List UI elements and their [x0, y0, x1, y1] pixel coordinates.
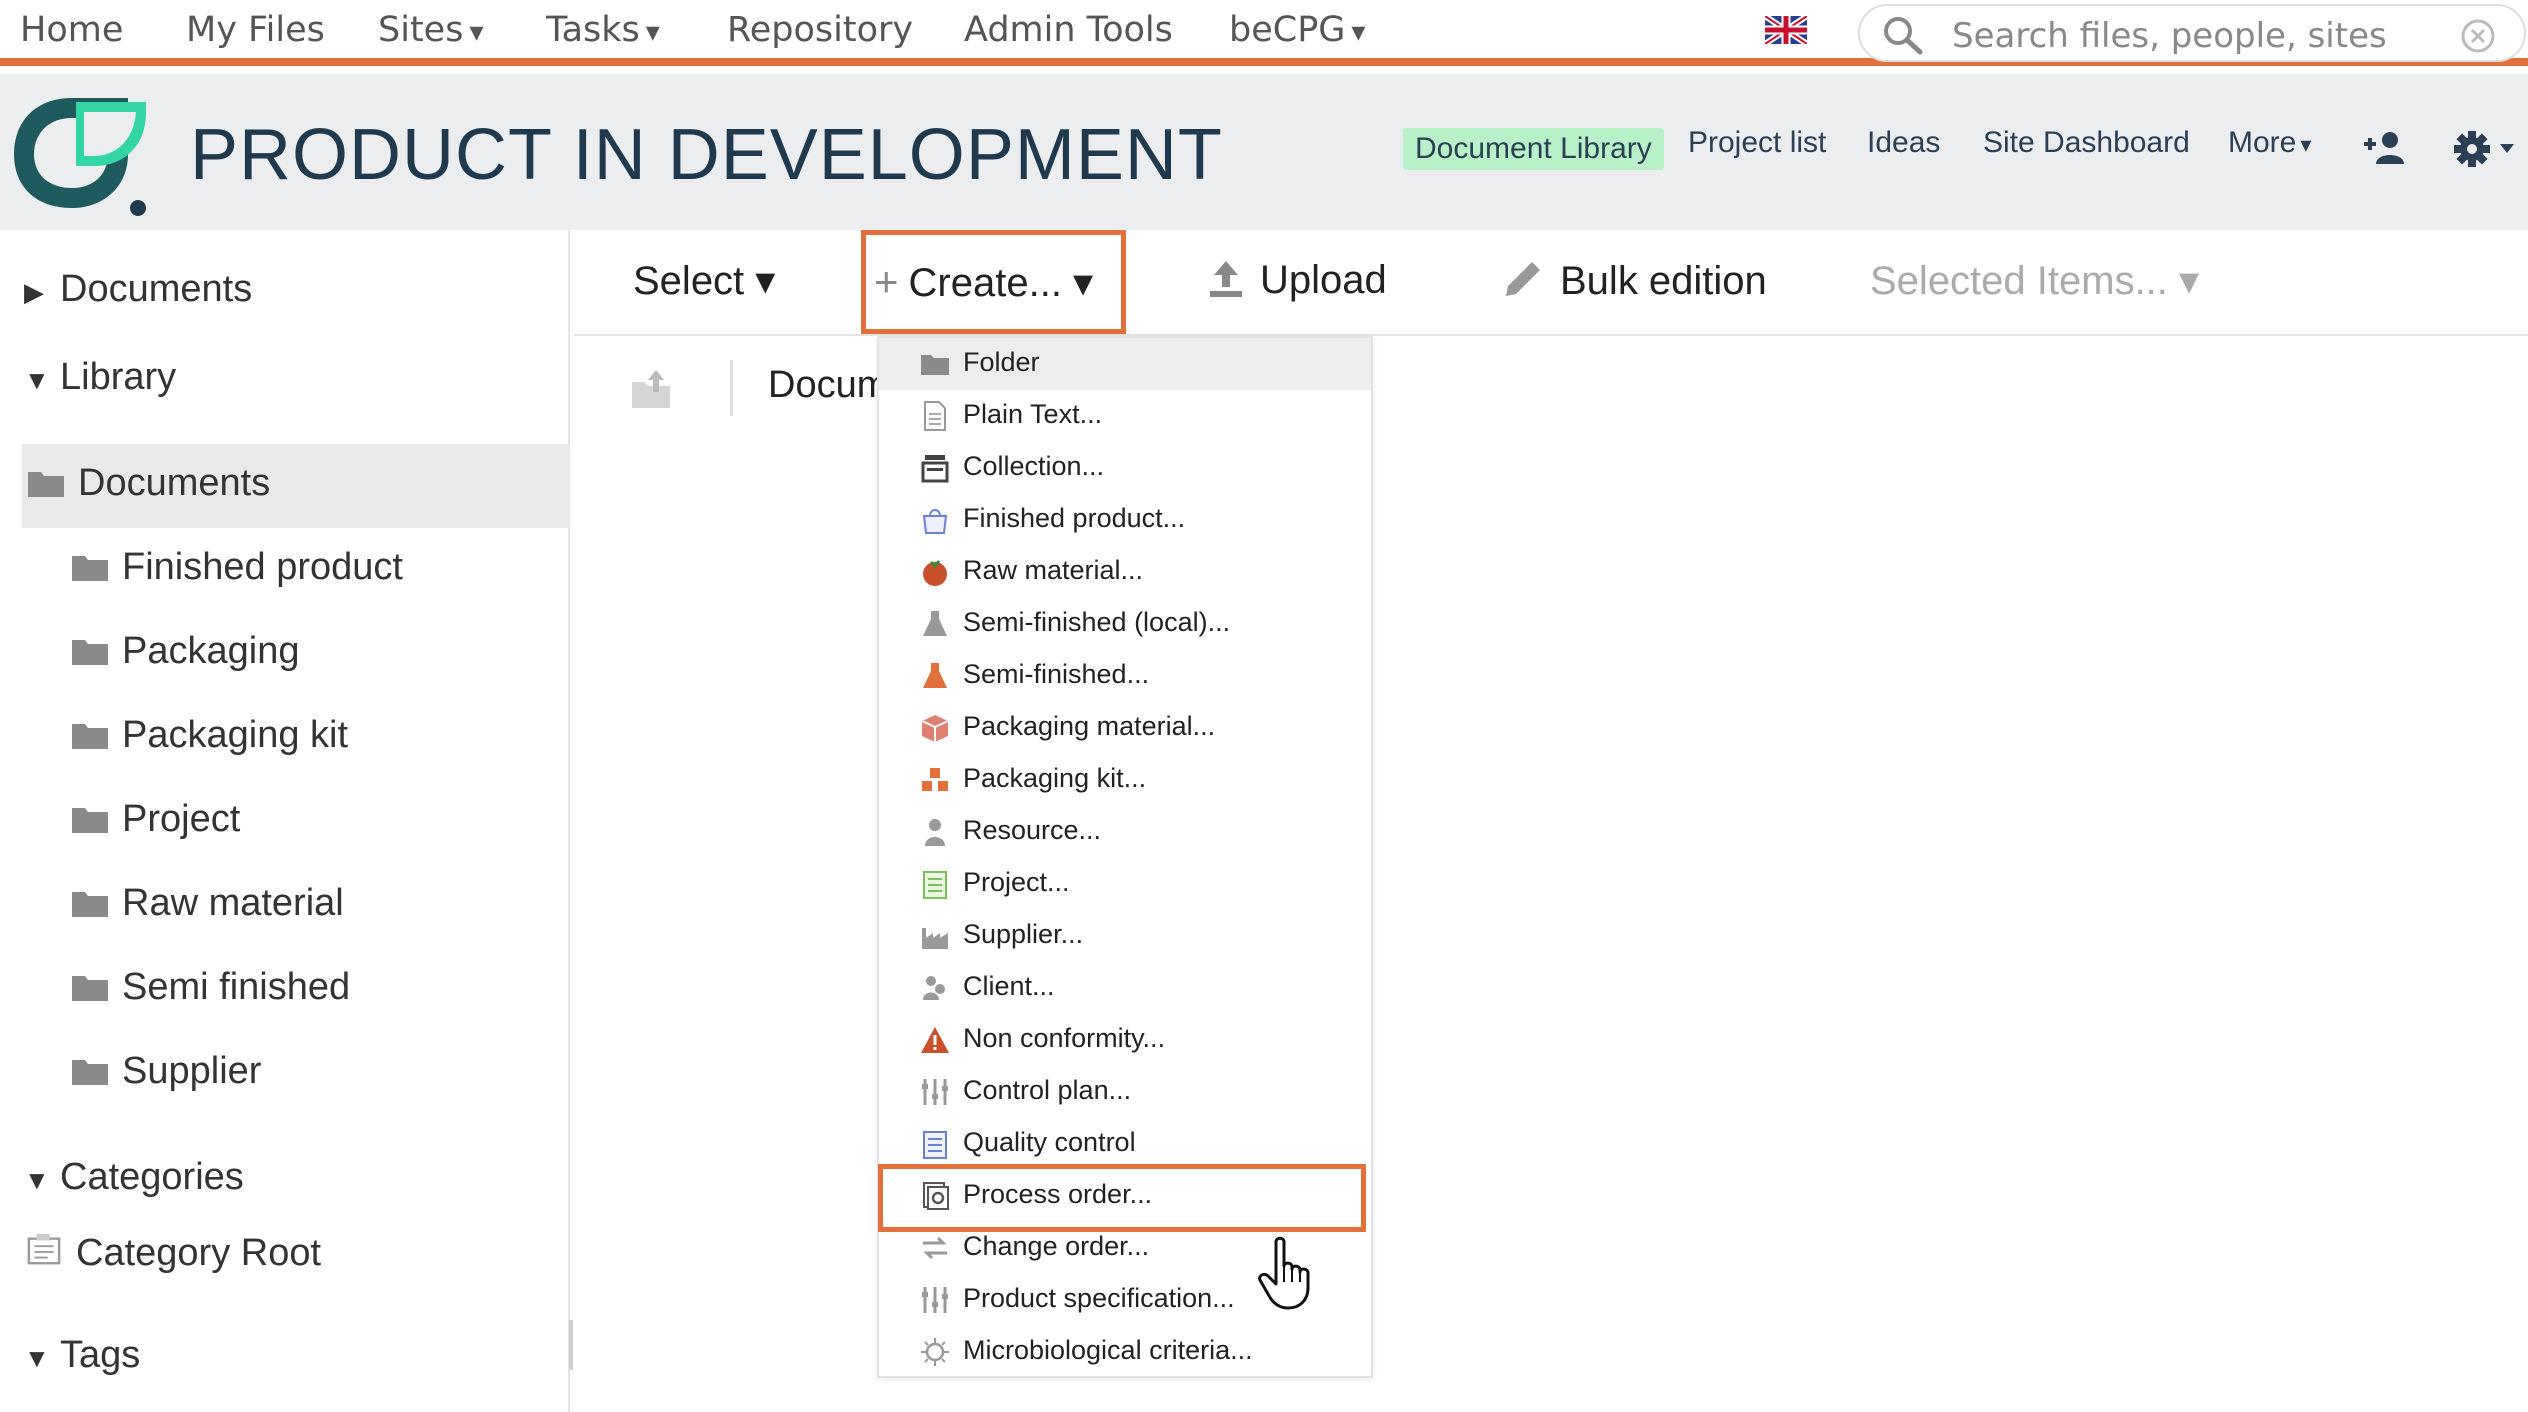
- path-divider: [730, 360, 733, 416]
- process-order-highlight: [878, 1164, 1366, 1232]
- search-box[interactable]: Search files, people, sites: [1858, 4, 2526, 62]
- category-icon: [27, 1233, 61, 1265]
- text-file-icon: [924, 401, 946, 431]
- flask-orange-icon: [923, 663, 947, 688]
- tree-folder-raw-material[interactable]: Raw material: [72, 882, 344, 925]
- select-button[interactable]: Select ▾: [633, 258, 775, 304]
- tab-ideas[interactable]: Ideas: [1867, 126, 1940, 160]
- folder-icon: [72, 724, 108, 749]
- folder-icon: [72, 892, 108, 917]
- tree-scrollbar[interactable]: [569, 1320, 573, 1370]
- breadcrumb[interactable]: Documents: [768, 364, 878, 407]
- folder-up-icon[interactable]: [628, 366, 674, 412]
- menu-item-resource[interactable]: Resource...: [879, 806, 1371, 858]
- settings-gear-icon[interactable]: [2452, 130, 2516, 168]
- menu-item-project[interactable]: Project...: [879, 858, 1371, 910]
- nav-my-files[interactable]: My Files: [186, 10, 325, 50]
- menu-item-client[interactable]: Client...: [879, 962, 1371, 1014]
- folder-icon: [72, 556, 108, 581]
- box-icon: [921, 715, 949, 742]
- menu-item-raw-material[interactable]: Raw material...: [879, 546, 1371, 598]
- menu-item-packaging-kit[interactable]: Packaging kit...: [879, 754, 1371, 806]
- invite-user-icon[interactable]: [2362, 130, 2406, 166]
- menu-item-quality-control[interactable]: Quality control: [879, 1118, 1371, 1170]
- search-icon: [1884, 17, 1923, 55]
- tree-folder-semi-finished[interactable]: Semi finished: [72, 966, 350, 1009]
- project-icon: [923, 871, 947, 899]
- upload-button[interactable]: Upload: [1206, 258, 1387, 303]
- menu-item-semi-finished-local[interactable]: Semi-finished (local)...: [879, 598, 1371, 650]
- collapse-arrow-icon[interactable]: ▼: [24, 365, 60, 396]
- tree-folder-documents[interactable]: Documents: [28, 462, 270, 505]
- menu-item-microbiological-criteria[interactable]: Microbiological criteria...: [879, 1326, 1371, 1378]
- tree-categories[interactable]: ▼ Categories: [24, 1156, 244, 1199]
- nav-repository[interactable]: Repository: [727, 10, 913, 50]
- menu-item-packaging-material[interactable]: Packaging material...: [879, 702, 1371, 754]
- folder-icon: [921, 355, 949, 375]
- upload-icon: [1210, 261, 1242, 297]
- sliders-icon: [922, 1287, 948, 1313]
- menu-item-control-plan[interactable]: Control plan...: [879, 1066, 1371, 1118]
- menu-item-non-conformity[interactable]: Non conformity...: [879, 1014, 1371, 1066]
- tree-folder-supplier[interactable]: Supplier: [72, 1050, 261, 1093]
- site-title: PRODUCT IN DEVELOPMENT: [190, 115, 1223, 195]
- selected-items-button[interactable]: Selected Items... ▾: [1870, 258, 2199, 304]
- factory-icon: [922, 928, 948, 949]
- packaging-kit-icon: [922, 768, 948, 791]
- tab-document-library[interactable]: Document Library: [1403, 128, 1664, 170]
- tree-tags[interactable]: ▼ Tags: [24, 1334, 140, 1377]
- flask-grey-icon: [923, 611, 947, 636]
- collapse-arrow-icon[interactable]: ▼: [24, 1343, 60, 1374]
- menu-item-semi-finished[interactable]: Semi-finished...: [879, 650, 1371, 702]
- nav-sites[interactable]: Sites ▾: [378, 10, 484, 50]
- folder-icon: [72, 808, 108, 833]
- tab-project-list[interactable]: Project list: [1688, 126, 1826, 160]
- tree-library[interactable]: ▼ Library: [24, 356, 176, 399]
- nav-tasks[interactable]: Tasks ▾: [546, 10, 660, 50]
- becpg-logo: [14, 98, 146, 216]
- tab-site-dashboard[interactable]: Site Dashboard: [1983, 126, 2190, 160]
- menu-item-folder[interactable]: Folder: [879, 338, 1371, 390]
- folder-icon: [72, 640, 108, 665]
- menu-item-collection[interactable]: Collection...: [879, 442, 1371, 494]
- finished-product-icon: [922, 509, 948, 534]
- folder-icon: [72, 1060, 108, 1085]
- nav-admin-tools[interactable]: Admin Tools: [964, 10, 1173, 50]
- tree-folder-finished-product[interactable]: Finished product: [72, 546, 403, 589]
- create-button-highlight: [861, 230, 1126, 334]
- search-placeholder: Search files, people, sites: [1952, 16, 2387, 56]
- tree-folder-packaging[interactable]: Packaging: [72, 630, 299, 673]
- top-navigation-bar: Home My Files Sites ▾ Tasks ▾ Repository A…: [0, 0, 2528, 66]
- client-icon: [923, 976, 945, 1000]
- expand-arrow-icon[interactable]: ▶: [24, 277, 60, 308]
- folder-icon: [28, 472, 64, 497]
- collection-icon: [921, 455, 949, 483]
- checklist-icon: [923, 1131, 947, 1159]
- pencil-icon: [1506, 262, 1540, 296]
- tab-more[interactable]: More ▾: [2228, 126, 2311, 160]
- nav-home[interactable]: Home: [20, 10, 123, 50]
- tree-folder-project[interactable]: Project: [72, 798, 240, 841]
- microbe-icon: [921, 1338, 949, 1366]
- site-header: PRODUCT IN DEVELOPMENT Document Library …: [0, 74, 2528, 230]
- tree-documents[interactable]: ▶ Documents: [24, 268, 252, 311]
- nav-becpg[interactable]: beCPG ▾: [1229, 10, 1365, 50]
- clear-search-icon[interactable]: [2460, 18, 2496, 54]
- menu-item-finished-product[interactable]: Finished product...: [879, 494, 1371, 546]
- menu-item-plain-text[interactable]: Plain Text...: [879, 390, 1371, 442]
- swap-arrows-icon: [923, 1236, 947, 1260]
- menu-item-supplier[interactable]: Supplier...: [879, 910, 1371, 962]
- raw-material-icon: [923, 560, 947, 586]
- resource-icon: [925, 819, 945, 846]
- hand-cursor-icon: [1258, 1236, 1310, 1310]
- folder-icon: [72, 976, 108, 1001]
- sliders-icon: [922, 1079, 948, 1105]
- tree-category-root[interactable]: Category Root: [26, 1232, 321, 1275]
- collapse-arrow-icon[interactable]: ▼: [24, 1165, 60, 1196]
- navigation-tree: ▶ Documents ▼ Library Documents Finished p…: [0, 230, 573, 1412]
- tree-folder-packaging-kit[interactable]: Packaging kit: [72, 714, 348, 757]
- uk-flag-icon[interactable]: [1765, 16, 1807, 44]
- warning-icon: [921, 1027, 949, 1053]
- bulk-edition-button[interactable]: Bulk edition: [1502, 258, 1767, 304]
